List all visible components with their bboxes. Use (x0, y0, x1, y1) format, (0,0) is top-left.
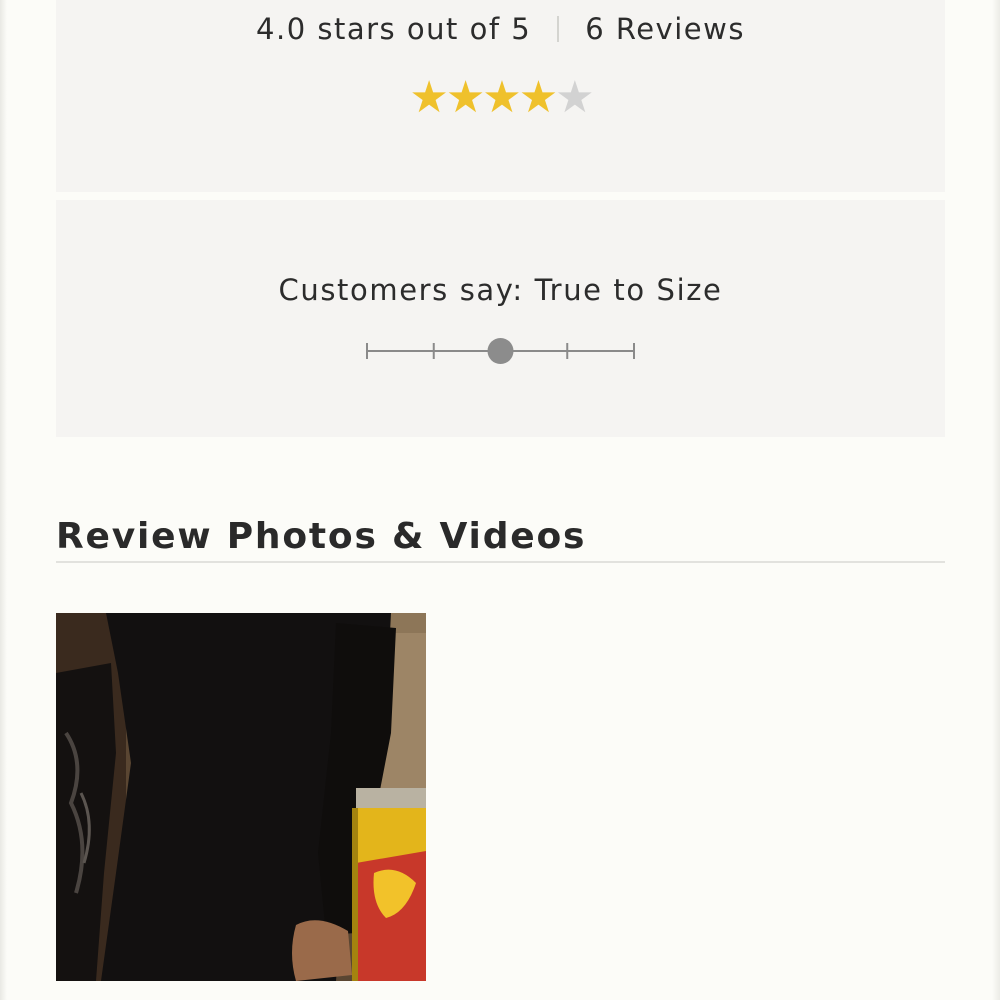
star-filled-icon: ★ (518, 72, 558, 123)
review-photo (56, 613, 426, 981)
media-heading: Review Photos & Videos (56, 515, 587, 557)
right-edge-shadow (992, 0, 1000, 1000)
rating-summary-line: 4.0 stars out of 5 6 Reviews (56, 12, 945, 46)
rating-separator (557, 16, 560, 42)
fit-card: Customers say: True to Size (56, 200, 945, 437)
review-photo-thumbnail[interactable] (56, 613, 426, 981)
star-filled-icon: ★ (445, 72, 485, 123)
reviews-page: 4.0 stars out of 56 Reviews ★★★★★ Custom… (0, 0, 1000, 1000)
star-filled-icon: ★ (409, 72, 448, 123)
star-empty-icon: ★ (555, 72, 594, 123)
fit-scale-marker (487, 338, 514, 364)
left-edge-shadow (0, 0, 7, 1000)
media-divider (56, 561, 945, 563)
rating-text: 4.0 stars out of 5 (256, 12, 532, 46)
fit-label: Customers say: True to Size (278, 273, 723, 307)
fit-scale (366, 338, 635, 364)
reviews-count-link[interactable]: 6 Reviews (585, 12, 745, 46)
star-filled-icon: ★ (482, 72, 521, 123)
star-rating: ★★★★★ (56, 72, 945, 124)
rating-summary-card: 4.0 stars out of 56 Reviews ★★★★★ (56, 0, 945, 192)
